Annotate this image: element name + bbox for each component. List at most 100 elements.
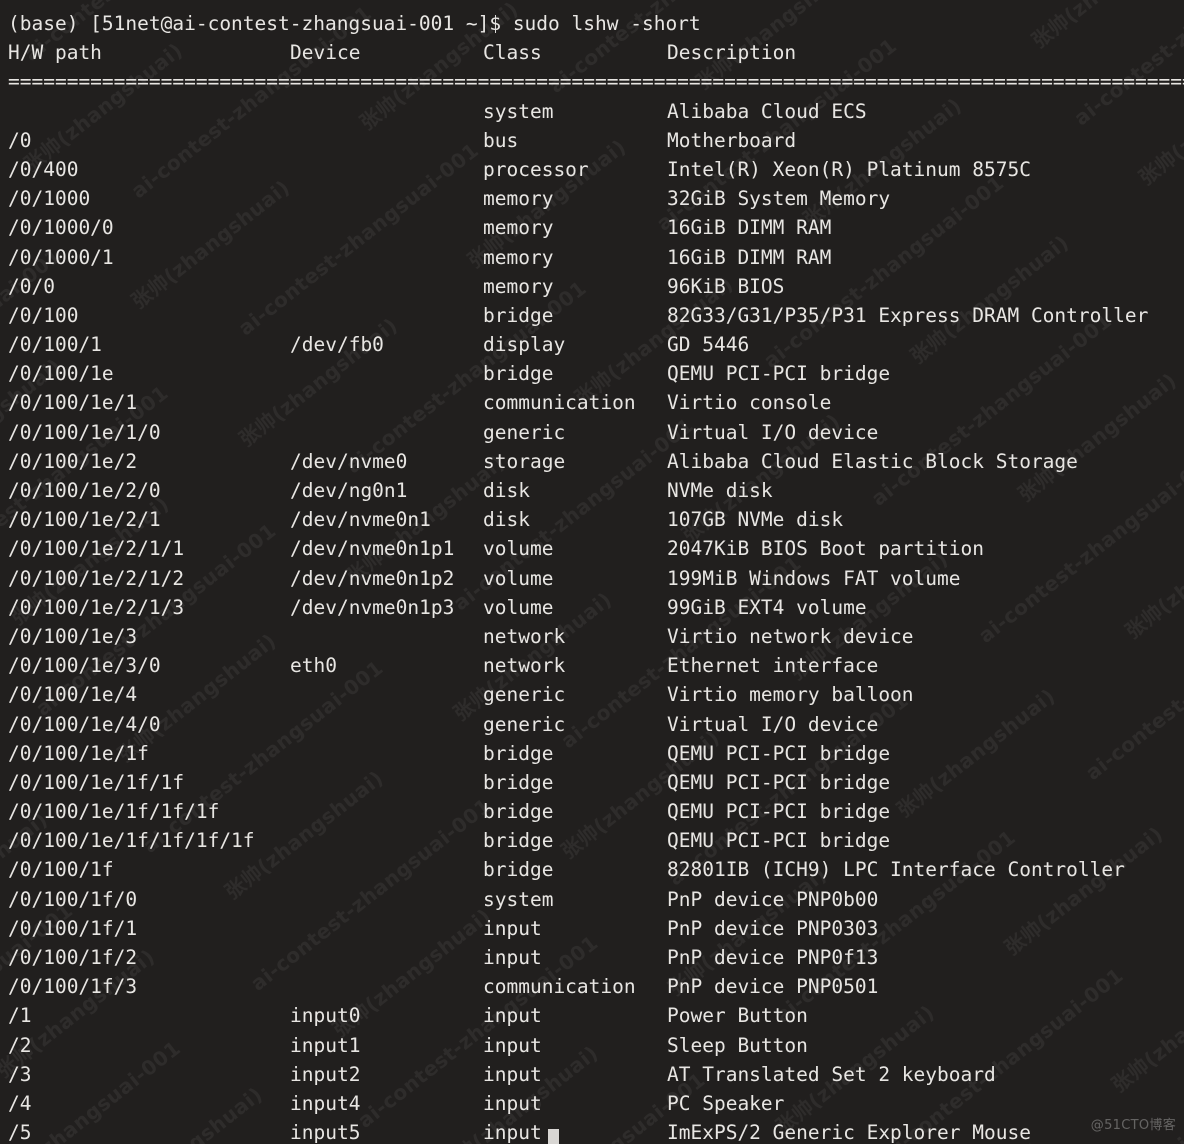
cell-class: disk	[483, 479, 530, 502]
cell-device: input1	[290, 1033, 361, 1057]
cell-hw-path: /0/100/1e/1f/1f	[8, 770, 185, 794]
table-row: /1 input0 input Power Button	[8, 1001, 1184, 1030]
table-row: /0/100/1e/2/0/dev/ng0n1 disk NVMe disk	[8, 476, 1184, 505]
terminal-window[interactable]: 张帅(zhangshuai)张帅(zhangshuai)张帅(zhangshua…	[0, 0, 1184, 1144]
cell-hw-path: /0/100/1e/2/1/2	[8, 566, 185, 590]
cell-hw-path: /0/100/1e/4/0	[8, 712, 161, 736]
cell-description: NVMe disk	[667, 479, 773, 502]
cell-class: generic	[483, 712, 566, 736]
table-row: /0/1000 memory 32GiB System Memory	[8, 184, 1184, 213]
cell-description: AT Translated Set 2 keyboard	[667, 1062, 996, 1086]
cell-class: input	[483, 916, 542, 940]
cell-class: volume	[483, 566, 554, 590]
column-header-description: Description	[667, 41, 797, 65]
cell-device: input0	[290, 1004, 361, 1028]
table-row: /0/100/1f/0 system PnP device PNP0b00	[8, 885, 1184, 914]
cell-description: Alibaba Cloud ECS	[667, 99, 867, 123]
cell-description: Power Button	[667, 1004, 808, 1028]
cell-hw-path: /0/100/1e/2/1/1	[8, 537, 185, 561]
cell-description: QEMU PCI-PCI bridge	[667, 362, 891, 386]
table-row: /0/100/1e/1 communication Virtio console	[8, 388, 1184, 417]
cell-hw-path: /4	[8, 1091, 32, 1115]
cell-class: bridge	[483, 303, 554, 327]
site-credit-watermark: @51CTO博客	[1090, 1117, 1176, 1133]
table-row: /0/400 processor Intel(R) Xeon(R) Platinum…	[8, 155, 1184, 184]
cell-class: system	[483, 887, 554, 911]
cell-device	[290, 213, 483, 242]
cell-hw-path: /1	[8, 1004, 32, 1028]
cell-hw-path: /3	[8, 1062, 32, 1086]
cell-class: network	[483, 654, 566, 678]
cell-device: /dev/nvme0n1p2	[290, 566, 455, 590]
cell-device	[290, 272, 483, 301]
table-row: /0/100/1e/4 generic Virtio memory balloon	[8, 680, 1184, 709]
cell-hw-path: /0/100/1f/3	[8, 975, 138, 999]
cell-device: /dev/nvme0n1p1	[290, 537, 455, 561]
cell-hw-path: /0	[8, 128, 32, 152]
table-row: /0/100/1e/3/0 eth0 network Ethernet interfa…	[8, 651, 1184, 680]
cell-hw-path: /0/100/1f/0	[8, 887, 138, 911]
terminal-screen[interactable]: (base) [51net@ai-contest-zhangsuai-001 ~…	[0, 0, 1184, 1144]
cell-description: Virtio console	[667, 391, 832, 415]
column-header-device: Device	[290, 41, 361, 65]
cell-device	[290, 359, 483, 388]
cell-hw-path: /0/100/1e/1/0	[8, 420, 161, 444]
cell-device	[290, 797, 483, 826]
table-row: /0/100/1e/2/1/2/dev/nvme0n1p2 volume 199Mi…	[8, 564, 1184, 593]
cell-hw-path: /0/100/1e/2/1	[8, 508, 161, 532]
cell-device: input4	[290, 1091, 361, 1115]
cell-device	[290, 710, 483, 739]
cell-device: /dev/ng0n1	[290, 479, 408, 502]
cell-class: memory	[483, 187, 554, 211]
cell-hw-path: /0/100	[8, 303, 79, 327]
cell-hw-path: /2	[8, 1033, 32, 1057]
cell-hw-path: /0/100/1e/1	[8, 391, 138, 415]
table-row: /0/100/1e/2/1/3/dev/nvme0n1p3 volume 99GiB…	[8, 593, 1184, 622]
cell-device	[290, 739, 483, 768]
cell-description: Intel(R) Xeon(R) Platinum 8575C	[667, 157, 1031, 181]
table-row: /0/100/1f/1 input PnP device PNP0303	[8, 914, 1184, 943]
cell-description: 16GiB DIMM RAM	[667, 245, 832, 269]
cell-class: bridge	[483, 362, 554, 386]
cell-description: 2047KiB BIOS Boot partition	[667, 537, 984, 561]
cell-device: eth0	[290, 654, 337, 678]
table-row: /0/100/1e/1f bridge QEMU PCI-PCI bridge	[8, 739, 1184, 768]
cell-device	[290, 855, 483, 884]
cell-class: memory	[483, 245, 554, 269]
cell-class: input	[483, 1033, 542, 1057]
cell-hw-path: /5	[8, 1121, 32, 1144]
cell-description: QEMU PCI-PCI bridge	[667, 829, 891, 853]
table-row: /5 input5 input ImExPS/2 Generic Explorer M…	[8, 1118, 1184, 1144]
cell-class: communication	[483, 975, 636, 999]
cell-hw-path: /0/100/1e/3/0	[8, 654, 161, 678]
shell-prompt-line: (base) [51net@ai-contest-zhangsuai-001 ~…	[8, 12, 701, 35]
table-row: /0 bus Motherboard	[8, 126, 1184, 155]
cell-description: 82801IB (ICH9) LPC Interface Controller	[667, 858, 1125, 882]
cell-hw-path: /0/0	[8, 274, 55, 298]
cell-device	[290, 972, 483, 1001]
cell-class: volume	[483, 537, 554, 561]
cell-hw-path: /0/1000/1	[8, 245, 114, 269]
cell-hw-path: /0/100/1e/1f/1f/1f/1f	[8, 829, 255, 853]
cell-description: 199MiB Windows FAT volume	[667, 566, 961, 590]
table-row: /0/100/1e/4/0 generic Virtual I/O device	[8, 710, 1184, 739]
table-header-row: H/W path Device Class Description	[8, 38, 1184, 67]
cell-description: Virtio memory balloon	[667, 683, 914, 707]
table-body: system Alibaba Cloud ECS/0 bus Motherboard /…	[8, 97, 1184, 1144]
cell-description: 32GiB System Memory	[667, 187, 891, 211]
cell-class: bridge	[483, 829, 554, 853]
cell-device	[290, 826, 483, 855]
cell-device: /dev/nvme0	[290, 449, 408, 473]
cell-class: generic	[483, 683, 566, 707]
table-row: /0/100/1e/1f/1f/1f bridge QEMU PCI-PCI bri…	[8, 797, 1184, 826]
cell-class: generic	[483, 420, 566, 444]
cell-class: input	[483, 1062, 542, 1086]
cell-hw-path: /0/100/1e/3	[8, 624, 138, 648]
table-row: /0/0 memory 96KiB BIOS	[8, 272, 1184, 301]
cell-class: processor	[483, 157, 589, 181]
cell-device	[290, 680, 483, 709]
cell-device	[290, 126, 483, 155]
cell-class: system	[483, 99, 554, 123]
cell-class: volume	[483, 595, 554, 619]
cell-hw-path: /0/100/1e/4	[8, 683, 138, 707]
